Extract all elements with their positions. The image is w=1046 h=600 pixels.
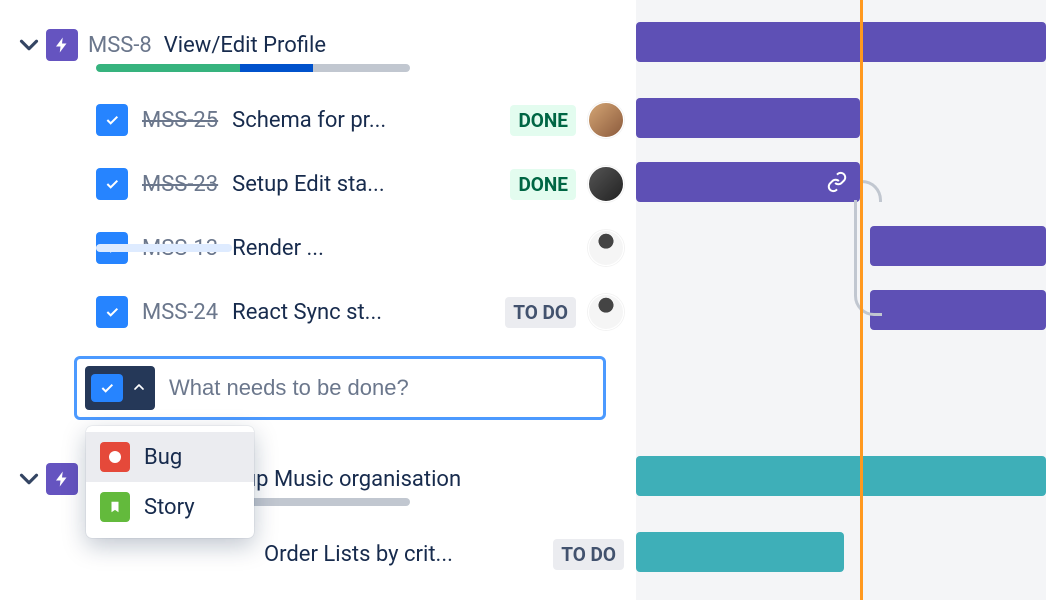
timeline-bar[interactable] bbox=[870, 226, 1046, 266]
issue-type-dropdown: Bug Story bbox=[86, 426, 254, 538]
status-badge[interactable]: DONE bbox=[510, 169, 576, 200]
assignee-avatar[interactable] bbox=[588, 294, 624, 330]
epic-progress-bar bbox=[96, 64, 410, 72]
task-icon bbox=[91, 374, 123, 402]
dependency-line bbox=[854, 200, 882, 316]
dropdown-label: Bug bbox=[144, 445, 182, 470]
timeline-bar[interactable] bbox=[636, 22, 1046, 62]
issue-type-picker[interactable] bbox=[85, 366, 155, 410]
create-issue-input[interactable] bbox=[169, 375, 603, 401]
assignee-avatar[interactable] bbox=[588, 166, 624, 202]
timeline-bar[interactable] bbox=[636, 456, 1046, 496]
task-icon bbox=[96, 104, 128, 136]
issue-row[interactable]: MSS-23 Setup Edit sta... DONE bbox=[0, 152, 636, 216]
issue-row[interactable]: MSS-13 Render ... IN PROGRESS bbox=[0, 216, 636, 280]
dropdown-option-bug[interactable]: Bug bbox=[86, 432, 254, 482]
status-badge[interactable]: IN PROGRESS bbox=[96, 244, 232, 252]
dependency-line bbox=[860, 180, 882, 202]
issue-row[interactable]: MSS-25 Schema for pr... DONE bbox=[0, 88, 636, 152]
status-badge[interactable]: TO DO bbox=[553, 539, 624, 570]
issue-key[interactable]: MSS-24 bbox=[142, 300, 218, 325]
timeline-bar[interactable] bbox=[636, 162, 860, 202]
issue-key[interactable]: MSS-23 bbox=[142, 172, 218, 197]
status-badge[interactable]: TO DO bbox=[505, 297, 576, 328]
timeline-bar[interactable] bbox=[870, 290, 1046, 330]
issue-title[interactable]: Schema for pr... bbox=[232, 108, 500, 133]
status-badge[interactable]: DONE bbox=[510, 105, 576, 136]
issue-key[interactable]: MSS-25 bbox=[142, 108, 218, 133]
link-icon[interactable] bbox=[826, 171, 848, 199]
dropdown-label: Story bbox=[144, 495, 195, 520]
task-icon bbox=[96, 296, 128, 328]
issue-title[interactable]: Order Lists by crit... bbox=[264, 542, 543, 567]
chevron-up-icon bbox=[131, 376, 147, 401]
timeline-panel[interactable] bbox=[636, 0, 1046, 600]
assignee-avatar[interactable] bbox=[588, 102, 624, 138]
timeline-bar[interactable] bbox=[636, 98, 860, 138]
task-icon bbox=[96, 168, 128, 200]
epic-key[interactable]: MSS-8 bbox=[88, 33, 152, 58]
epic-icon bbox=[46, 29, 78, 61]
story-icon bbox=[100, 492, 130, 522]
timeline-bar[interactable] bbox=[636, 532, 844, 572]
chevron-down-icon[interactable] bbox=[14, 464, 44, 494]
create-issue-row[interactable] bbox=[74, 356, 606, 420]
assignee-avatar[interactable] bbox=[588, 230, 624, 266]
dropdown-option-story[interactable]: Story bbox=[86, 482, 254, 532]
issue-list-panel: MSS-8 View/Edit Profile MSS-25 Schema fo… bbox=[0, 0, 636, 600]
today-marker bbox=[860, 0, 863, 600]
bug-icon bbox=[100, 442, 130, 472]
issue-title[interactable]: Render ... bbox=[232, 236, 578, 261]
epic-icon bbox=[46, 463, 78, 495]
issue-title[interactable]: React Sync st... bbox=[232, 300, 495, 325]
epic-title[interactable]: up Music organisation bbox=[244, 467, 461, 492]
chevron-down-icon[interactable] bbox=[14, 30, 44, 60]
issue-title[interactable]: Setup Edit sta... bbox=[232, 172, 500, 197]
epic-title[interactable]: View/Edit Profile bbox=[164, 33, 326, 58]
issue-row[interactable]: MSS-24 React Sync st... TO DO bbox=[0, 280, 636, 344]
